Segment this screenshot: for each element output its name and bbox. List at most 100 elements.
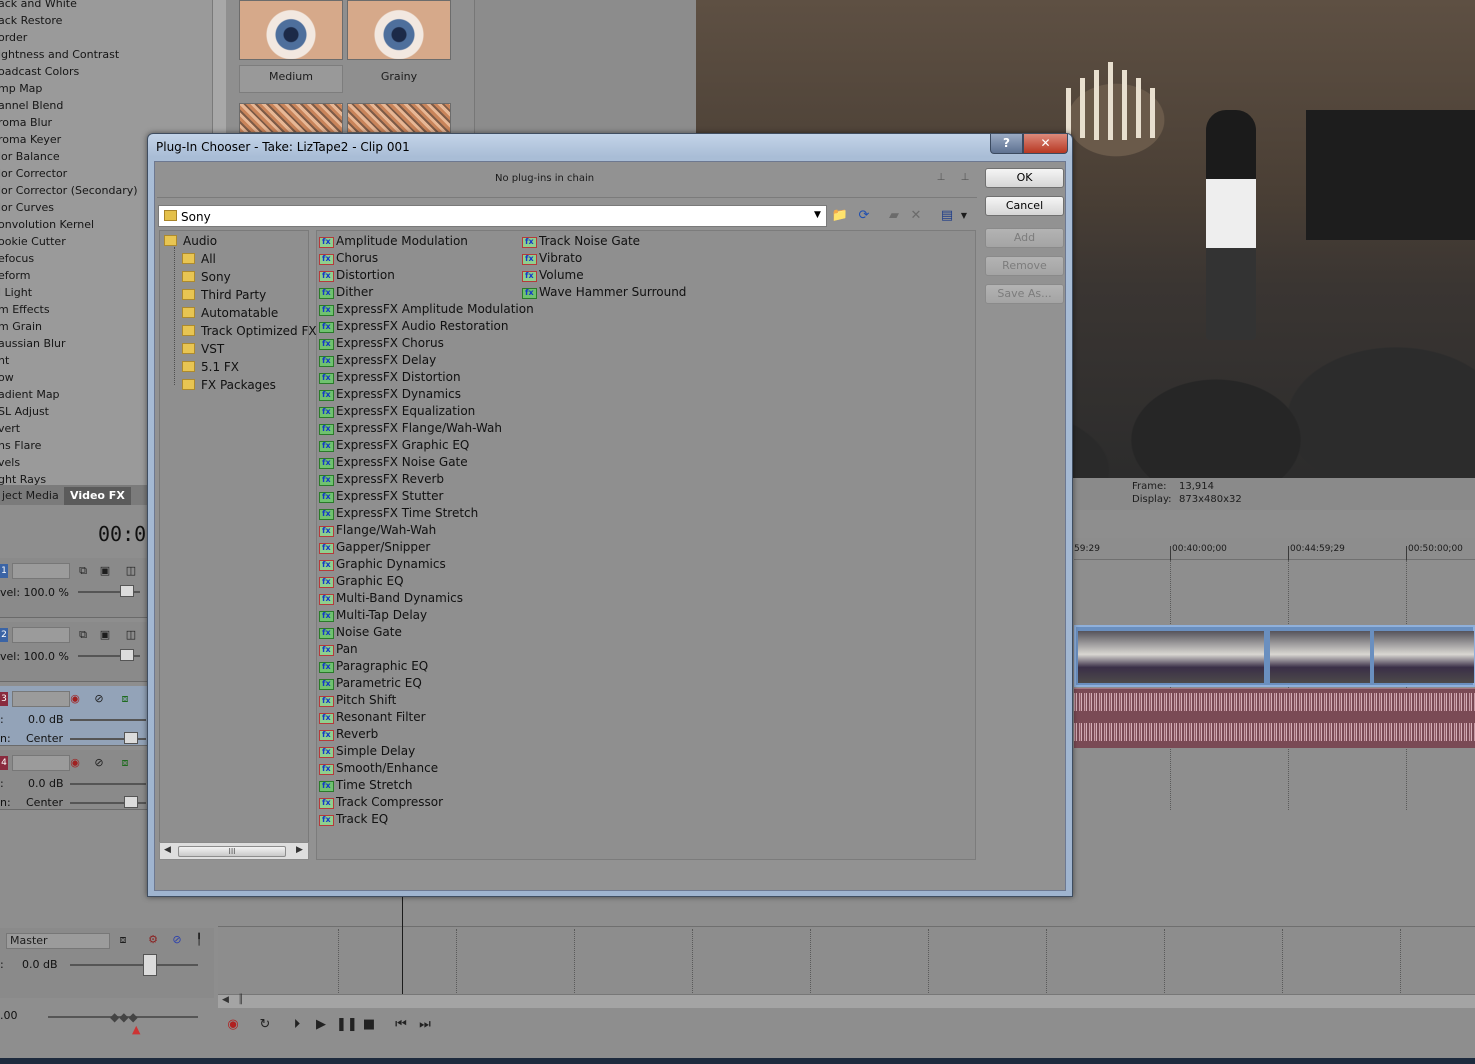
plugin-item[interactable]: Gapper/Snipper — [319, 539, 430, 556]
plugin-item[interactable]: ExpressFX Graphic EQ — [319, 437, 469, 454]
playhead-cursor[interactable] — [402, 895, 403, 995]
tab-project-media[interactable]: ject Media — [0, 487, 65, 505]
preset-thumbnail-3[interactable] — [239, 103, 343, 133]
fx-list-item[interactable]: annel Blend — [0, 99, 63, 112]
fx-list-item[interactable]: ack Restore — [0, 14, 62, 27]
fx-list-item[interactable]: ightness and Contrast — [0, 48, 119, 61]
plugin-item[interactable]: Multi-Band Dynamics — [319, 590, 463, 607]
fx-list-item[interactable]: lor Corrector — [0, 167, 67, 180]
plugin-item[interactable]: ExpressFX Stutter — [319, 488, 443, 505]
motion-icon[interactable]: ⧉ — [76, 628, 90, 642]
preset-thumbnail-grainy[interactable] — [347, 0, 451, 60]
composite-icon[interactable]: ▣ — [98, 564, 112, 578]
fx-list-item[interactable]: eform — [0, 269, 30, 282]
scroll-grip-icon[interactable]: ║ — [238, 995, 243, 1005]
record-arm-icon[interactable]: ◉ — [68, 756, 82, 770]
fx-list-item[interactable]: onvolution Kernel — [0, 218, 94, 231]
rate-slider-handle-icon[interactable]: ◆◆◆ — [110, 1010, 138, 1024]
preset-thumbnail-medium[interactable] — [239, 0, 343, 60]
plugin-item[interactable]: ExpressFX Audio Restoration — [319, 318, 508, 335]
plugin-item[interactable]: ExpressFX Reverb — [319, 471, 444, 488]
fx-list-item[interactable]: ow — [0, 371, 14, 384]
plugin-item[interactable]: Track Noise Gate — [522, 233, 640, 250]
delete-icon[interactable]: ✕ — [907, 207, 925, 225]
plugin-item[interactable]: Simple Delay — [319, 743, 415, 760]
fx-list-item[interactable]: ookie Cutter — [0, 235, 66, 248]
up-folder-icon[interactable]: 📁 — [831, 207, 849, 225]
tree-item-sony[interactable]: Sony — [182, 269, 231, 287]
save-as-button[interactable]: Save As... — [985, 284, 1064, 304]
plugin-item[interactable]: Time Stretch — [319, 777, 412, 794]
panel-divider[interactable] — [474, 0, 696, 135]
chain-move-left-icon[interactable]: ⊥ — [933, 172, 949, 184]
plugin-item[interactable]: Track EQ — [319, 811, 388, 828]
plugin-item[interactable]: Multi-Tap Delay — [319, 607, 427, 624]
view-dropdown-icon[interactable]: ▼ — [955, 207, 973, 225]
plugin-item[interactable]: Reverb — [319, 726, 378, 743]
invert-phase-icon[interactable]: ⊘ — [92, 692, 106, 706]
remove-button[interactable]: Remove — [985, 256, 1064, 276]
volume-slider[interactable] — [70, 719, 146, 721]
master-fx-icon[interactable]: ⧈ — [116, 933, 130, 947]
fx-list-item[interactable]: lor Curves — [0, 201, 54, 214]
track-header-4[interactable]: 4 ◉ ⊘ ⧈ : 0.0 dB n: Center — [0, 750, 148, 810]
plugin-item[interactable]: Parametric EQ — [319, 675, 422, 692]
fx-list-item[interactable]: ght Rays — [0, 473, 46, 485]
plugin-item[interactable]: ExpressFX Equalization — [319, 403, 475, 420]
plugin-item[interactable]: Noise Gate — [319, 624, 402, 641]
chevron-down-icon[interactable]: ▼ — [814, 210, 821, 220]
mute-icon[interactable]: ⊘ — [170, 933, 184, 947]
go-to-end-icon[interactable]: ⏭ — [416, 1016, 434, 1034]
plugin-item[interactable]: ExpressFX Amplitude Modulation — [319, 301, 534, 318]
track-header-2[interactable]: 2 ⧉ ▣ ◫ vel: 100.0 % — [0, 622, 148, 682]
fx-list-item[interactable]: lor Corrector (Secondary) — [0, 184, 138, 197]
volume-slider[interactable] — [70, 783, 146, 785]
plugin-item[interactable]: ExpressFX Flange/Wah-Wah — [319, 420, 502, 437]
timeline-ruler[interactable]: 59:29 00:40:00;00 00:44:59;29 00:50:00;0… — [1074, 538, 1475, 560]
scroll-thumb[interactable]: III — [178, 846, 286, 857]
timeline-scrollbar[interactable]: ◀ ║ — [218, 994, 1475, 1008]
track-name-field[interactable] — [12, 563, 70, 579]
composite-icon[interactable]: ▣ — [98, 628, 112, 642]
plugin-item[interactable]: Graphic Dynamics — [319, 556, 446, 573]
plugin-item[interactable]: Paragraphic EQ — [319, 658, 428, 675]
gear-icon[interactable]: ⚙ — [146, 933, 160, 947]
tree-horizontal-scrollbar[interactable]: ◀ III ▶ — [159, 842, 309, 860]
track-fx-icon[interactable]: ⧈ — [118, 756, 132, 770]
fx-list-item[interactable]: oadcast Colors — [0, 65, 79, 78]
tree-item-vst[interactable]: VST — [182, 341, 224, 359]
track-header-3[interactable]: 3 ◉ ⊘ ⧈ : 0.0 dB n: Center — [0, 686, 148, 746]
loop-icon[interactable]: ↻ — [256, 1016, 274, 1034]
fx-list-item[interactable]: ack and White — [0, 0, 77, 10]
tree-item-5-1-fx[interactable]: 5.1 FX — [182, 359, 239, 377]
tree-item-all[interactable]: All — [182, 251, 216, 269]
add-button[interactable]: Add — [985, 228, 1064, 248]
fx-list-item[interactable]: nt — [0, 354, 9, 367]
plugin-item[interactable]: Pitch Shift — [319, 692, 396, 709]
preset-thumbnail-4[interactable] — [347, 103, 451, 133]
plugin-item[interactable]: ExpressFX Chorus — [319, 335, 444, 352]
tree-item-audio[interactable]: Audio — [164, 233, 217, 251]
plugin-item[interactable]: Flange/Wah-Wah — [319, 522, 436, 539]
new-folder-icon[interactable]: ▰ — [885, 207, 903, 225]
track-fx-icon[interactable]: ⧈ — [118, 692, 132, 706]
level-slider-knob[interactable] — [120, 585, 134, 597]
fx-list-item[interactable]: ns Flare — [0, 439, 41, 452]
view-mode-icon[interactable]: ▤ — [938, 207, 956, 225]
master-timeline[interactable] — [218, 926, 1475, 994]
plugin-item[interactable]: ExpressFX Dynamics — [319, 386, 461, 403]
fx-list-item[interactable]: l Light — [0, 286, 32, 299]
plugin-item[interactable]: Chorus — [319, 250, 378, 267]
record-arm-icon[interactable]: ◉ — [68, 692, 82, 706]
fx-list-item[interactable]: adient Map — [0, 388, 60, 401]
scroll-right-icon[interactable]: ▶ — [296, 845, 303, 855]
tree-item-automatable[interactable]: Automatable — [182, 305, 278, 323]
plugin-item[interactable]: Dither — [319, 284, 373, 301]
plugin-item[interactable]: Pan — [319, 641, 358, 658]
fx-list-item[interactable]: SL Adjust — [0, 405, 49, 418]
stop-icon[interactable]: ■ — [360, 1016, 378, 1034]
plugin-item[interactable]: Volume — [522, 267, 584, 284]
fx-list-item[interactable]: roma Blur — [0, 116, 52, 129]
fx-list-item[interactable]: vert — [0, 422, 20, 435]
scroll-left-icon[interactable]: ◀ — [164, 845, 171, 855]
